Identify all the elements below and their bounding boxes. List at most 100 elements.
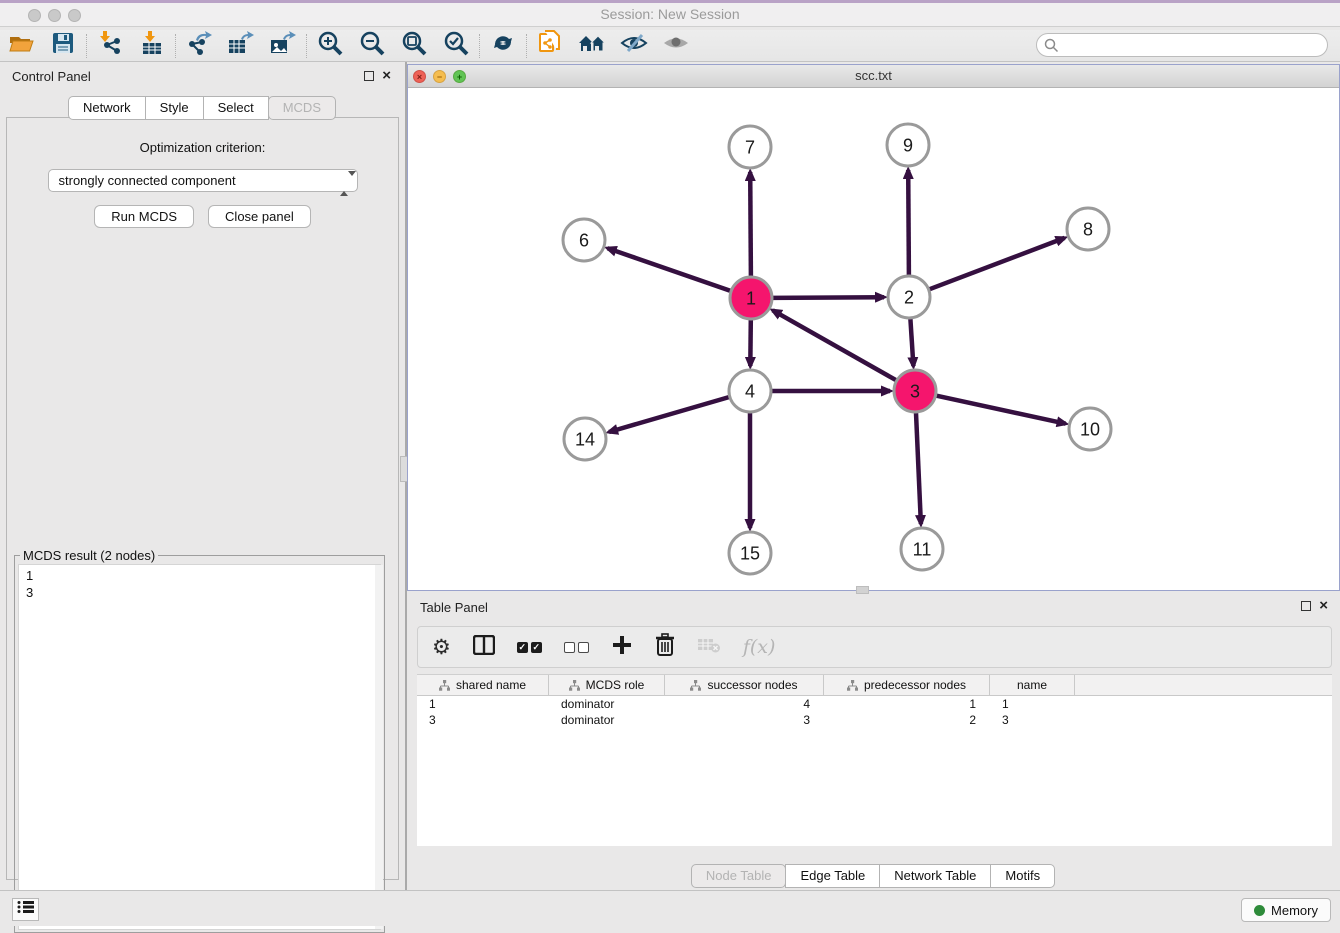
export-image-button[interactable] <box>262 31 304 61</box>
zoom-out-button[interactable] <box>351 31 393 61</box>
tab-node-table[interactable]: Node Table <box>691 864 787 888</box>
edge-4-14[interactable] <box>609 397 729 432</box>
node-label: 6 <box>579 230 589 250</box>
zoom-in-button[interactable] <box>309 31 351 61</box>
edge-1-4[interactable] <box>750 320 751 366</box>
node-6[interactable]: 6 <box>563 219 605 261</box>
close-table-panel-icon[interactable]: × <box>1319 601 1328 611</box>
tab-edge-table[interactable]: Edge Table <box>785 864 880 888</box>
node-2[interactable]: 2 <box>888 276 930 318</box>
add-column-button[interactable] <box>611 634 633 661</box>
edge-1-2[interactable] <box>773 297 884 298</box>
task-history-button[interactable] <box>12 898 39 921</box>
column-header-shared-name[interactable]: shared name <box>417 675 549 695</box>
tab-network[interactable]: Network <box>68 96 146 120</box>
delete-table-button[interactable] <box>697 636 721 659</box>
save-session-button[interactable] <box>42 31 84 61</box>
network-window-title: scc.txt <box>408 65 1339 87</box>
float-table-panel-icon[interactable] <box>1301 601 1311 611</box>
node-7[interactable]: 7 <box>729 126 771 168</box>
horizontal-splitter-grip[interactable] <box>856 586 869 594</box>
node-3[interactable]: 3 <box>894 370 936 412</box>
edge-3-10[interactable] <box>937 396 1066 424</box>
table-panel: Table Panel × ⚙ ✓✓ f(x) shared nameMCDS … <box>407 595 1340 890</box>
network-window-titlebar[interactable]: × − + scc.txt <box>408 65 1339 88</box>
import-table-button[interactable] <box>131 31 173 61</box>
node-table-header: shared nameMCDS rolesuccessor nodesprede… <box>417 675 1332 696</box>
edge-2-9[interactable] <box>908 170 909 275</box>
mcds-result-values[interactable]: 1 3 <box>18 564 381 930</box>
memory-button[interactable]: Memory <box>1241 898 1331 922</box>
network-graph-canvas[interactable]: 7 9 6 8 1 2 4 3 14 10 15 11 <box>408 88 1339 591</box>
node-11[interactable]: 11 <box>901 528 943 570</box>
apply-layout-button[interactable] <box>482 31 524 61</box>
window-close-icon[interactable] <box>28 9 41 22</box>
network-from-selection-button[interactable] <box>529 31 571 61</box>
close-panel-button[interactable]: Close panel <box>208 205 311 228</box>
window-zoom-icon[interactable] <box>68 9 81 22</box>
show-columns-button[interactable] <box>473 635 495 660</box>
close-panel-icon[interactable]: × <box>382 71 391 81</box>
tab-mcds[interactable]: MCDS <box>268 96 336 120</box>
search-field-wrap <box>1036 33 1328 57</box>
table-cell: dominator <box>549 712 665 728</box>
tab-network-table[interactable]: Network Table <box>879 864 991 888</box>
column-header-successor-nodes[interactable]: successor nodes <box>665 675 824 695</box>
open-session-button[interactable] <box>0 31 42 61</box>
tab-select[interactable]: Select <box>203 96 269 120</box>
network-close-icon[interactable]: × <box>413 70 426 83</box>
node-1[interactable]: 1 <box>730 277 772 319</box>
edge-2-3[interactable] <box>910 319 913 366</box>
control-panel: Control Panel × NetworkStyleSelectMCDS O… <box>0 62 405 890</box>
export-table-button[interactable] <box>220 31 262 61</box>
mcds-result-scrollbar[interactable] <box>375 565 383 929</box>
optimization-criterion-label: Optimization criterion: <box>7 140 398 155</box>
node-9[interactable]: 9 <box>887 124 929 166</box>
import-network-icon <box>98 30 122 61</box>
houses-button[interactable] <box>571 31 613 61</box>
node-15[interactable]: 15 <box>729 532 771 574</box>
window-minimize-icon[interactable] <box>48 9 61 22</box>
sort-column-icon <box>569 680 580 691</box>
edge-3-11[interactable] <box>916 413 921 524</box>
function-builder-button[interactable]: f(x) <box>743 636 776 658</box>
tab-motifs[interactable]: Motifs <box>990 864 1055 888</box>
edge-2-8[interactable] <box>930 238 1065 289</box>
table-settings-button[interactable]: ⚙ <box>432 635 451 660</box>
column-header-name[interactable]: name <box>990 675 1075 695</box>
run-mcds-button[interactable]: Run MCDS <box>94 205 194 228</box>
float-panel-icon[interactable] <box>364 71 374 81</box>
show-all-button[interactable] <box>655 31 697 61</box>
node-14[interactable]: 14 <box>564 418 606 460</box>
hide-selected-button[interactable] <box>613 31 655 61</box>
export-network-button[interactable] <box>178 31 220 61</box>
edge-3-1[interactable] <box>773 310 896 380</box>
zoom-fit-button[interactable] <box>393 31 435 61</box>
column-header-predecessor-nodes[interactable]: predecessor nodes <box>824 675 990 695</box>
node-label: 3 <box>910 381 920 401</box>
edge-1-6[interactable] <box>608 248 731 291</box>
session-title: Session: New Session <box>0 3 1340 26</box>
node-4[interactable]: 4 <box>729 370 771 412</box>
select-all-columns-button[interactable]: ✓✓ <box>517 642 542 653</box>
network-maximize-icon[interactable]: + <box>453 70 466 83</box>
hide-selected-eye-icon <box>620 31 648 60</box>
table-cell: 3 <box>990 712 1075 728</box>
search-input[interactable] <box>1036 33 1328 57</box>
houses-icon <box>577 31 607 60</box>
import-network-button[interactable] <box>89 31 131 61</box>
zoom-selected-button[interactable] <box>435 31 477 61</box>
criterion-select[interactable]: strongly connected component <box>48 169 358 192</box>
table-row[interactable]: 1dominator411 <box>417 696 1332 712</box>
tab-style[interactable]: Style <box>145 96 204 120</box>
node-10[interactable]: 10 <box>1069 408 1111 450</box>
edge-1-7[interactable] <box>750 172 751 276</box>
network-minimize-icon[interactable]: − <box>433 70 446 83</box>
node-8[interactable]: 8 <box>1067 208 1109 250</box>
column-header-MCDS-role[interactable]: MCDS role <box>549 675 665 695</box>
show-all-eye-icon <box>662 31 690 60</box>
table-row[interactable]: 3dominator323 <box>417 712 1332 728</box>
delete-column-button[interactable] <box>655 633 675 661</box>
checked-checkbox-icon: ✓ <box>531 642 542 653</box>
deselect-all-columns-button[interactable] <box>564 642 589 653</box>
